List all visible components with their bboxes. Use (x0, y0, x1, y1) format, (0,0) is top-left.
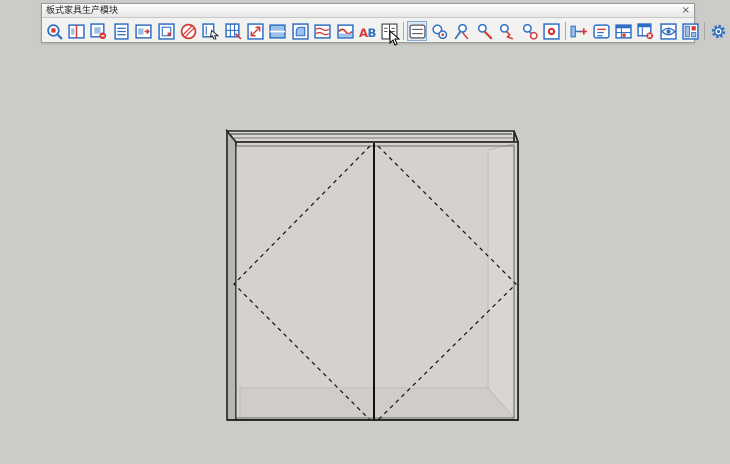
wave-panel-icon[interactable] (336, 22, 354, 40)
connector-icon[interactable] (570, 22, 588, 40)
grid-panel-icon[interactable] (224, 22, 242, 40)
table-delete-icon[interactable] (637, 22, 655, 40)
drill-tool-4-icon[interactable] (498, 22, 516, 40)
delete-panel-icon[interactable] (90, 22, 108, 40)
target-icon[interactable] (542, 22, 560, 40)
rounded-panel-icon[interactable] (291, 22, 309, 40)
move-panel-icon[interactable] (135, 22, 153, 40)
ab-swap-icon[interactable]: AB (358, 22, 376, 40)
toolbar-title-bar[interactable]: 板式家具生产模块 × (42, 4, 694, 18)
furniture-toolbar: 板式家具生产模块 × A B (41, 3, 725, 43)
label-icon[interactable] (592, 22, 610, 40)
panel-frame-icon[interactable] (157, 22, 175, 40)
toolbar-separator (703, 22, 705, 40)
table-icon[interactable] (615, 22, 633, 40)
toolbar-separator (564, 22, 566, 40)
top-panel (225, 130, 520, 143)
view-icon[interactable] (659, 22, 677, 40)
zoom-plank-icon[interactable] (45, 22, 63, 40)
settings-icon[interactable] (709, 22, 727, 40)
split-panel-icon[interactable] (68, 22, 86, 40)
resize-icon[interactable] (247, 22, 265, 40)
drill-tool-1-icon[interactable] (431, 22, 449, 40)
cabinet-model[interactable] (0, 0, 730, 464)
hinge-door-icon[interactable] (407, 21, 428, 41)
close-icon[interactable]: × (682, 4, 690, 17)
drill-tool-2-icon[interactable] (453, 22, 471, 40)
texture-icon[interactable] (314, 22, 332, 40)
layout-icon[interactable] (682, 22, 700, 40)
drill-tool-3-icon[interactable] (475, 22, 493, 40)
mouse-cursor-icon (389, 30, 401, 46)
toolbar-title: 板式家具生产模块 (46, 6, 119, 16)
right-door (373, 145, 515, 419)
drill-tool-5-icon[interactable] (520, 22, 538, 40)
select-panel-icon[interactable] (202, 22, 220, 40)
toolbar-separator (403, 22, 404, 40)
left-side-panel (226, 128, 237, 421)
hatch-icon[interactable] (179, 22, 197, 40)
horizontal-panel-icon[interactable] (269, 22, 287, 40)
toolbar-icon-row: AB (43, 20, 729, 42)
model-viewport[interactable] (0, 0, 730, 464)
list-icon[interactable] (112, 22, 130, 40)
svg-text:B: B (367, 25, 376, 39)
left-door (235, 145, 375, 419)
